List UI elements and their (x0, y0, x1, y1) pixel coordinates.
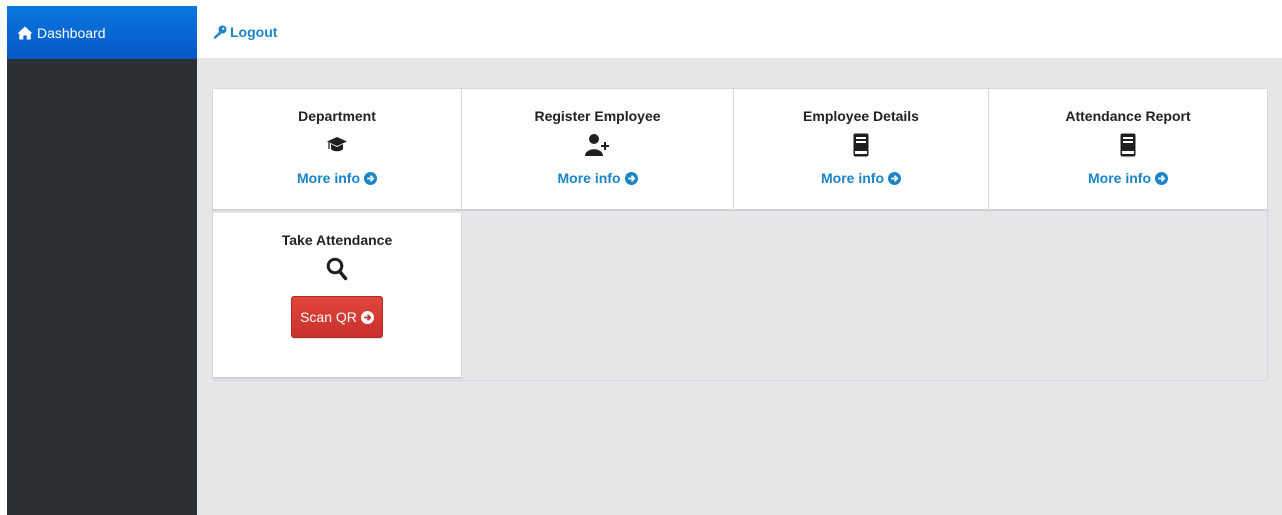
book-icon (1120, 132, 1136, 158)
sidebar-dashboard-label: Dashboard (37, 24, 106, 41)
card-title: Take Attendance (281, 232, 393, 248)
main-content: Department More info Register Employee M… (197, 59, 1282, 515)
graduation-cap-icon (326, 132, 348, 158)
card-title: Department (298, 108, 376, 124)
register-employee-more-info-link[interactable]: More info (558, 170, 638, 186)
circle-arrow-right-icon (1155, 171, 1168, 185)
circle-arrow-right-icon (360, 310, 374, 324)
search-icon (326, 256, 348, 282)
card-title: Employee Details (803, 108, 919, 124)
topbar: Logout (197, 0, 1282, 59)
key-icon (213, 25, 227, 39)
logout-label: Logout (230, 24, 278, 40)
scan-qr-label: Scan QR (300, 309, 357, 325)
circle-arrow-right-icon (624, 171, 638, 185)
more-info-label: More info (1088, 170, 1151, 186)
card-title: Attendance Report (1065, 108, 1191, 124)
take-attendance-card: Take Attendance Scan QR (213, 213, 462, 379)
department-card: Department More info (213, 89, 462, 211)
sidebar: Dashboard (7, 0, 197, 515)
dashboard-panel: Department More info Register Employee M… (212, 88, 1268, 381)
left-edge (0, 0, 7, 515)
circle-arrow-right-icon (364, 171, 377, 185)
employee-details-card: Employee Details More info (734, 89, 989, 211)
card-title: Register Employee (534, 108, 661, 124)
user-plus-icon (584, 132, 611, 158)
register-employee-card: Register Employee More info (462, 89, 734, 211)
department-more-info-link[interactable]: More info (297, 170, 377, 186)
attendance-report-more-info-link[interactable]: More info (1088, 170, 1168, 186)
scan-qr-button[interactable]: Scan QR (291, 296, 383, 338)
logout-link[interactable]: Logout (213, 24, 277, 40)
more-info-label: More info (297, 170, 360, 186)
employee-details-more-info-link[interactable]: More info (821, 170, 901, 186)
home-icon (17, 26, 33, 40)
book-icon (853, 132, 869, 158)
attendance-report-card: Attendance Report More info (989, 89, 1267, 211)
circle-arrow-right-icon (888, 171, 901, 185)
sidebar-dashboard-link[interactable]: Dashboard (7, 0, 197, 59)
more-info-label: More info (557, 170, 621, 186)
more-info-label: More info (821, 170, 884, 186)
